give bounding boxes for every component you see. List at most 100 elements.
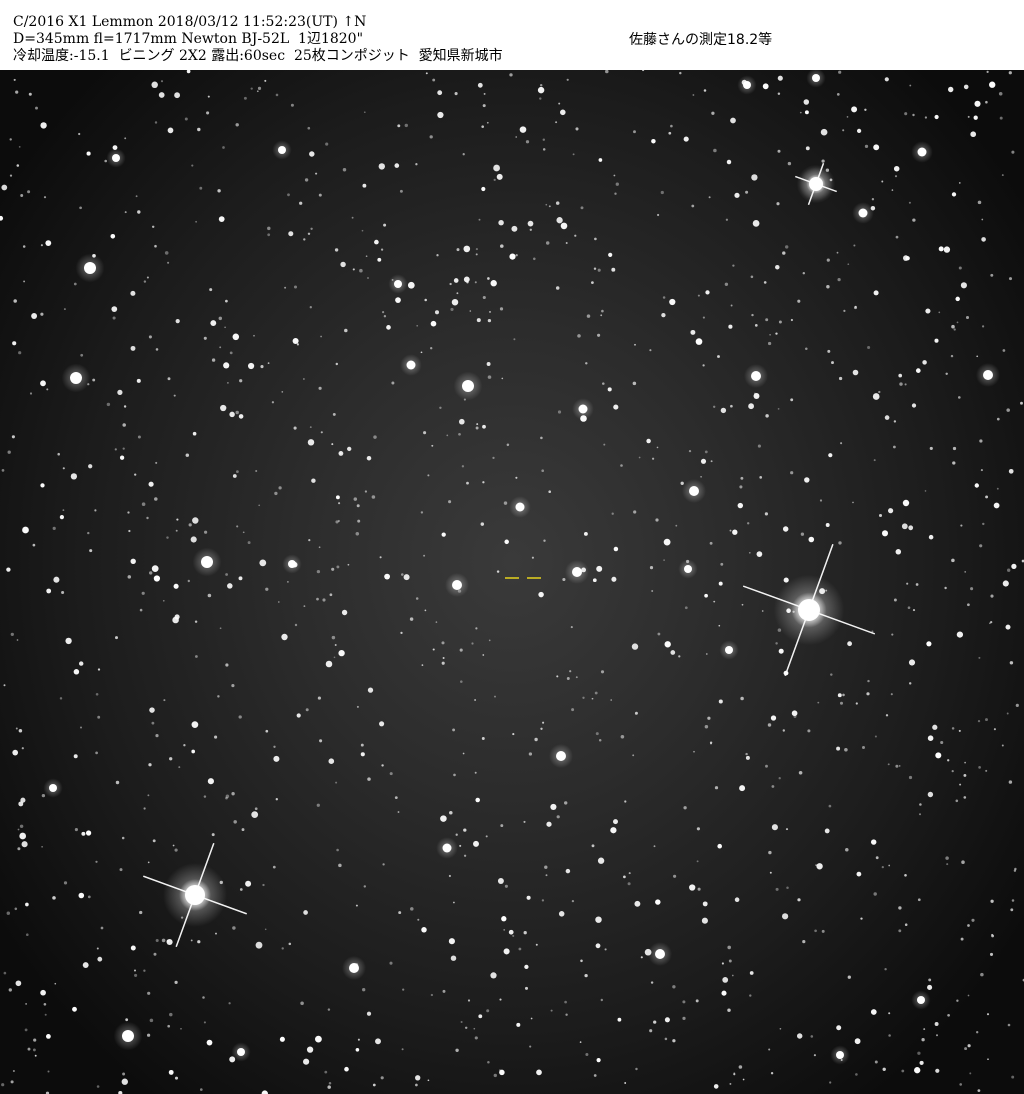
faint-star (996, 417, 1000, 421)
star (565, 868, 571, 874)
star-field-image (0, 70, 1024, 1094)
star (718, 699, 723, 704)
faint-star (657, 632, 661, 636)
faint-star (904, 923, 908, 926)
faint-star (353, 497, 358, 501)
faint-star (951, 558, 955, 563)
faint-star (908, 682, 912, 685)
star (527, 220, 534, 227)
faint-star (928, 978, 932, 982)
faint-star (421, 664, 424, 666)
faint-star (96, 1085, 100, 1088)
faint-star (462, 752, 465, 755)
faint-star (717, 355, 720, 358)
faint-star (469, 310, 472, 312)
bright-star (49, 784, 57, 792)
faint-star (640, 956, 643, 959)
faint-star (148, 763, 152, 767)
star (441, 532, 446, 537)
faint-star (512, 733, 515, 736)
faint-star (125, 1018, 129, 1022)
faint-star (287, 193, 290, 197)
star (59, 515, 64, 520)
faint-star (29, 392, 33, 395)
faint-star (134, 473, 137, 476)
faint-star (207, 95, 210, 98)
faint-star (904, 383, 907, 386)
faint-star (777, 408, 780, 410)
faint-star (878, 390, 881, 394)
faint-star (80, 353, 84, 357)
faint-star (976, 355, 979, 358)
faint-star (463, 828, 467, 832)
faint-star (27, 190, 31, 194)
faint-star (474, 281, 477, 284)
faint-star (254, 807, 258, 811)
faint-star (866, 692, 870, 696)
faint-star (338, 502, 341, 505)
faint-star (21, 747, 24, 750)
faint-star (732, 264, 735, 267)
faint-star (475, 627, 478, 630)
faint-star (917, 898, 921, 902)
faint-star (15, 90, 19, 94)
faint-star (874, 1060, 878, 1064)
star (808, 536, 815, 543)
faint-star (691, 204, 695, 208)
faint-star (855, 1073, 858, 1076)
faint-star (215, 932, 217, 935)
faint-star (174, 1076, 179, 1080)
faint-star (357, 519, 361, 523)
faint-star (600, 314, 603, 317)
faint-star (950, 354, 954, 358)
faint-star (593, 267, 597, 270)
faint-star (319, 739, 323, 743)
faint-star (3, 971, 7, 975)
star (338, 649, 345, 657)
faint-star (455, 1048, 459, 1053)
star (497, 878, 504, 884)
bright-star (462, 380, 474, 392)
star (1002, 580, 1009, 587)
star (762, 83, 769, 90)
faint-star (327, 1008, 331, 1011)
star (902, 499, 910, 507)
star (504, 539, 509, 545)
faint-star (24, 1028, 28, 1032)
faint-star (452, 901, 455, 904)
star (919, 1060, 924, 1065)
faint-star (115, 780, 120, 785)
star (486, 362, 491, 366)
faint-star (707, 716, 711, 720)
faint-star (580, 206, 584, 210)
faint-star (46, 388, 49, 391)
faint-star (777, 149, 781, 153)
faint-star (332, 412, 336, 416)
faint-star (488, 639, 491, 642)
star (873, 290, 879, 296)
faint-star (705, 653, 708, 655)
faint-star (155, 938, 159, 943)
faint-star (203, 336, 207, 340)
faint-star (13, 299, 17, 303)
star (803, 99, 810, 105)
faint-star (603, 443, 606, 446)
faint-star (980, 469, 983, 472)
faint-star (236, 525, 239, 528)
faint-star (541, 899, 545, 902)
faint-star (277, 601, 280, 603)
faint-star (566, 78, 569, 81)
faint-star (564, 801, 568, 805)
faint-star (692, 94, 695, 96)
faint-star (854, 306, 857, 310)
star (344, 1066, 349, 1072)
star (824, 828, 830, 834)
faint-star (229, 351, 233, 355)
faint-star (915, 583, 919, 586)
star (928, 534, 934, 540)
faint-star (696, 827, 700, 831)
faint-star (273, 745, 276, 748)
faint-star (873, 892, 877, 896)
faint-star (331, 567, 335, 571)
bright-star (394, 280, 402, 288)
